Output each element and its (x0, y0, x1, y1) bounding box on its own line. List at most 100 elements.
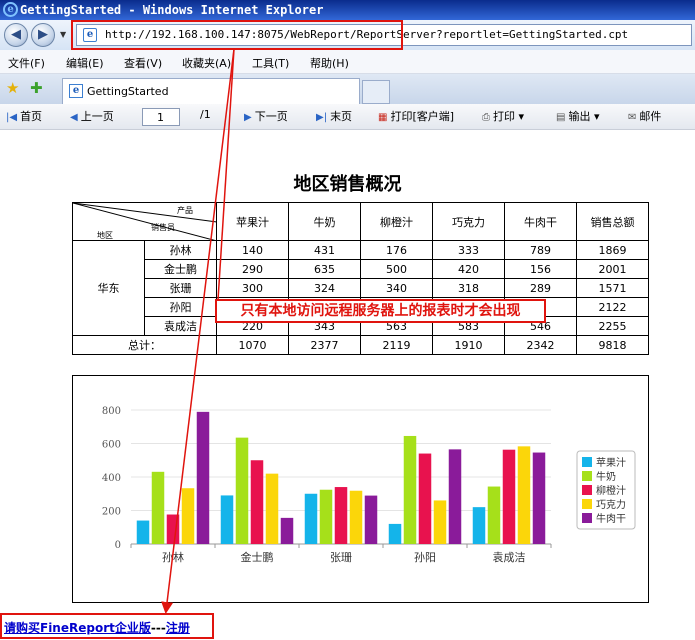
next-page-icon: ▶ (244, 112, 252, 123)
last-page-button[interactable]: ▶| 末页 (316, 108, 352, 124)
totals-label: 总计： (72, 335, 217, 355)
annotation-callout: 只有本地访问远程服务器上的报表时才会出现 (215, 299, 546, 323)
sales-chart: 0 200 400 600 800 孙林 金士鹏 张珊 孙阳 袁成洁 苹果汁 牛奶 柳橙汁 巧克力 牛肉干 (72, 375, 649, 603)
total-cell: 9818 (576, 335, 649, 355)
y-tick-label: 400 (102, 473, 121, 484)
menu-tools[interactable]: 工具(T) (252, 55, 289, 71)
column-header: 苹果汁 (216, 202, 289, 241)
window-titlebar: e GettingStarted - Windows Internet Expl… (0, 0, 695, 20)
x-tick-label: 张珊 (330, 551, 352, 564)
total-cell: 2342 (504, 335, 577, 355)
buy-separator: --- (150, 621, 166, 635)
tab-gettingstarted[interactable]: e GettingStarted (62, 78, 360, 104)
first-page-button[interactable]: |◀ 首页 (6, 108, 42, 124)
favorites-star-icon[interactable]: ★ (6, 79, 19, 97)
total-cell: 2255 (576, 316, 649, 336)
total-cell: 2122 (576, 297, 649, 317)
print-button[interactable]: ⎙ 打印 ▾ (482, 108, 524, 124)
buy-link[interactable]: 请购买FineReport企业版 (4, 621, 151, 635)
menu-edit[interactable]: 编辑(E) (66, 55, 104, 71)
page-icon: e (69, 84, 83, 98)
window-title: GettingStarted - Windows Internet Explor… (20, 3, 324, 17)
next-page-button[interactable]: ▶ 下一页 (244, 108, 288, 124)
chart-bar (319, 489, 333, 544)
page-number-input[interactable]: 1 (142, 108, 180, 126)
chart-bar (136, 520, 150, 544)
y-tick-label: 800 (102, 406, 121, 417)
export-button[interactable]: ▤ 输出 ▾ (556, 108, 599, 124)
chart-bar (196, 411, 210, 544)
address-field[interactable]: e http://192.168.100.147:8075/WebReport/… (76, 24, 692, 46)
chart-bar (472, 507, 486, 544)
total-cell: 2119 (360, 335, 433, 355)
legend-label: 巧克力 (596, 498, 626, 511)
print-client-button[interactable]: ▦ 打印[客户端] (378, 108, 454, 124)
legend-label: 苹果汁 (596, 456, 626, 469)
chart-bar (166, 514, 180, 544)
value-cell: 500 (360, 259, 433, 279)
total-cell: 1910 (432, 335, 505, 355)
forward-button[interactable]: ▶ (31, 23, 55, 47)
y-tick-label: 600 (102, 440, 121, 451)
legend-swatch (582, 499, 592, 509)
salesperson-cell: 袁成洁 (144, 316, 217, 336)
menu-file[interactable]: 文件(F) (8, 55, 45, 71)
chart-bar (517, 446, 531, 544)
chart-bar (502, 449, 516, 544)
value-cell: 431 (288, 240, 361, 260)
chart-bar (181, 488, 195, 544)
column-header: 销售总额 (576, 202, 649, 241)
legend-label: 柳橙汁 (596, 484, 626, 497)
chart-bar (349, 490, 363, 544)
salesperson-cell: 孙阳 (144, 297, 217, 317)
value-cell: 300 (216, 278, 289, 298)
chart-bar (235, 437, 249, 544)
total-cell: 2001 (576, 259, 649, 279)
total-cell: 1070 (216, 335, 289, 355)
value-cell: 290 (216, 259, 289, 279)
printer-icon: ⎙ (482, 112, 490, 123)
region-cell: 华东 (72, 240, 145, 336)
legend-label: 牛肉干 (596, 512, 626, 525)
prev-page-icon: ◀ (70, 112, 78, 123)
chart-bar (388, 523, 402, 544)
menu-view[interactable]: 查看(V) (124, 55, 162, 71)
chart-bar (364, 495, 378, 544)
new-tab-button[interactable] (362, 80, 390, 104)
value-cell: 420 (432, 259, 505, 279)
x-tick-label: 孙阳 (414, 551, 436, 564)
chart-bar (433, 500, 447, 544)
totals-row: 总计： 1070 2377 2119 1910 2342 9818 (72, 335, 649, 355)
menu-favorites[interactable]: 收藏夹(A) (182, 55, 231, 71)
chart-bar (280, 517, 294, 544)
column-header: 牛肉干 (504, 202, 577, 241)
header-salesperson: 销售员 (151, 223, 175, 232)
page-icon: e (83, 28, 97, 42)
menu-help[interactable]: 帮助(H) (310, 55, 349, 71)
last-page-icon: ▶| (316, 112, 328, 123)
chart-bar (532, 452, 546, 544)
back-button[interactable]: ◀ (4, 23, 28, 47)
chart-bar (334, 487, 348, 544)
chart-bar (220, 495, 234, 544)
table-row: 华东 孙林 140 431 176 333 789 1869 (72, 240, 649, 336)
report-toolbar: |◀ 首页 ◀ 上一页 1 /1 ▶ 下一页 ▶| 末页 ▦ 打印[客户端] ⎙ 打印 ▾ … (0, 104, 695, 130)
register-link[interactable]: 注册 (166, 621, 190, 635)
table-row: 张珊 300 324 340 318 289 1571 (73, 278, 649, 298)
value-cell: 789 (504, 240, 577, 260)
mail-button[interactable]: ✉ 邮件 (628, 108, 661, 124)
tab-bar: ★ ✚ e GettingStarted (0, 74, 695, 104)
prev-page-button[interactable]: ◀ 上一页 (70, 108, 114, 124)
history-dropdown-icon[interactable]: ▼ (60, 30, 66, 39)
y-tick-label: 200 (102, 507, 121, 518)
header-product: 产品 (177, 206, 193, 215)
total-cell: 1571 (576, 278, 649, 298)
tab-title: GettingStarted (87, 85, 169, 98)
y-tick-label: 0 (115, 540, 121, 551)
value-cell: 156 (504, 259, 577, 279)
column-header: 巧克力 (432, 202, 505, 241)
table-row: 金士鹏 290 635 500 420 156 2001 (73, 259, 649, 279)
add-favorite-icon[interactable]: ✚ (30, 79, 43, 97)
value-cell: 140 (216, 240, 289, 260)
address-url[interactable]: http://192.168.100.147:8075/WebReport/Re… (105, 28, 628, 41)
